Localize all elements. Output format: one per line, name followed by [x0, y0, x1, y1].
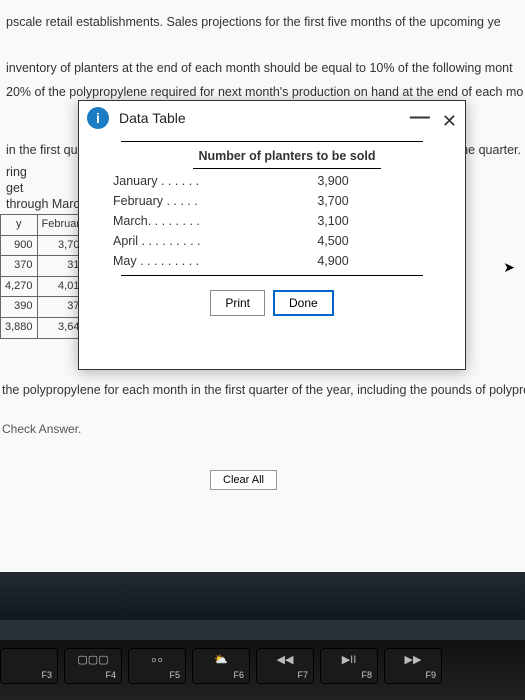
- key-f4[interactable]: ▢▢▢F4: [64, 648, 122, 684]
- dialog-body: Number of planters to be sold January . …: [79, 135, 465, 316]
- key-f9[interactable]: ▶▶F9: [384, 648, 442, 684]
- print-button[interactable]: Print: [210, 290, 265, 316]
- check-answer-label[interactable]: Check Answer.: [2, 420, 81, 439]
- done-button[interactable]: Done: [273, 290, 334, 316]
- table-row: May . . . . . . . . .4,900: [103, 251, 441, 271]
- laptop-bezel: [0, 572, 525, 620]
- key-f7[interactable]: ◀◀F7: [256, 648, 314, 684]
- bg-th-1: y: [1, 215, 38, 236]
- keyboard-row: F3 ▢▢▢F4 ⸰⸰F5 ⛅F6 ◀◀F7 ▶IIF8 ▶▶F9: [0, 640, 525, 700]
- data-table-dialog: i Data Table — ✕ Number of planters to b…: [78, 100, 466, 370]
- key-f3[interactable]: F3: [0, 648, 58, 684]
- key-f6[interactable]: ⛅F6: [192, 648, 250, 684]
- dialog-header: i Data Table — ✕: [79, 101, 465, 135]
- side-label-1: in the first qu: [0, 138, 84, 162]
- clear-all-button[interactable]: Clear All: [210, 470, 277, 490]
- table-header: Number of planters to be sold: [193, 146, 381, 169]
- background-table: yFebruary 9003,700 370310 4,2704,010 390…: [0, 214, 91, 339]
- info-icon: i: [87, 107, 109, 129]
- question-line: the polypropylene for each month in the …: [2, 380, 525, 400]
- page-content: pscale retail establishments. Sales proj…: [0, 0, 525, 620]
- table-row: February . . . . .3,700: [103, 191, 441, 211]
- minimize-icon[interactable]: —: [410, 101, 430, 133]
- key-f8[interactable]: ▶IIF8: [320, 648, 378, 684]
- close-icon[interactable]: ✕: [442, 107, 457, 136]
- paragraph-1: pscale retail establishments. Sales proj…: [0, 10, 525, 34]
- dialog-title: Data Table: [119, 107, 186, 129]
- paragraph-2a: inventory of planters at the end of each…: [0, 56, 525, 80]
- table-row: January . . . . . .3,900: [103, 171, 441, 191]
- table-row: March. . . . . . . .3,100: [103, 211, 441, 231]
- table-row: April . . . . . . . . .4,500: [103, 231, 441, 251]
- screen-area: pscale retail establishments. Sales proj…: [0, 0, 525, 620]
- key-f5[interactable]: ⸰⸰F5: [128, 648, 186, 684]
- cursor-icon: ➤: [503, 256, 515, 278]
